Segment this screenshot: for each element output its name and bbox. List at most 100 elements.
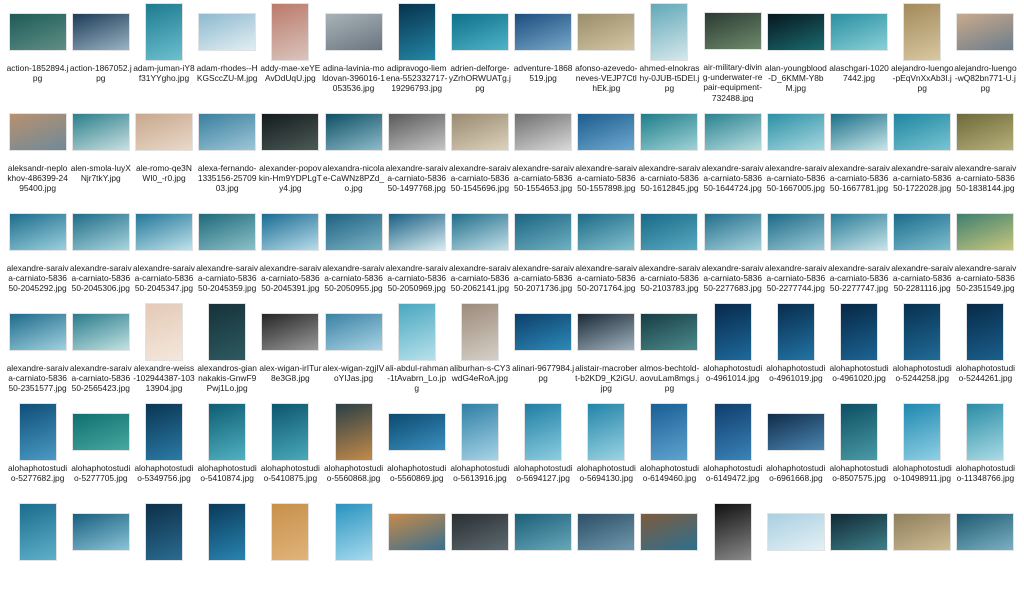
file-item[interactable]: adrien-delforge-yZrhORWUATg.jpg	[448, 2, 511, 102]
file-item[interactable]: alan-youngblood-D_6KMM-Y8bM.jpg	[764, 2, 827, 102]
file-item[interactable]: alohaphotostudio-5613916.jpg	[448, 402, 511, 502]
file-item[interactable]: alohaphotostudio-5410874.jpg	[196, 402, 259, 502]
file-item[interactable]: alexander-popovkin-Hm9YDPLgTy4.jpg	[259, 102, 322, 202]
file-item[interactable]: alohaphotostudio-4961020.jpg	[827, 302, 890, 402]
file-item[interactable]	[385, 502, 448, 602]
file-item[interactable]: alexandre-saraiva-carniato-583650-207176…	[575, 202, 638, 302]
file-item[interactable]: alohaphotostudio-5694130.jpg	[575, 402, 638, 502]
file-item[interactable]: alexandre-saraiva-carniato-583650-205096…	[385, 202, 448, 302]
file-item[interactable]: alohaphotostudio-5244258.jpg	[891, 302, 954, 402]
file-item[interactable]: alohaphotostudio-5244261.jpg	[954, 302, 1017, 402]
file-item[interactable]: alejandro-luengo-pEqVnXxAb3I.jpg	[891, 2, 954, 102]
file-item[interactable]: alejandro-luengo-wQ82bn771-U.jpg	[954, 2, 1017, 102]
file-item[interactable]: alohaphotostudio-10498911.jpg	[891, 402, 954, 502]
file-item[interactable]: alex-wigan-irITur8e3G8.jpg	[259, 302, 322, 402]
file-item[interactable]: alexandre-saraiva-carniato-583650-204530…	[69, 202, 132, 302]
file-item[interactable]: action-1867052.jpg	[69, 2, 132, 102]
file-item[interactable]: adina-lavinia-moldovan-396016-1053536.jp…	[322, 2, 385, 102]
file-item[interactable]: alexandre-saraiva-carniato-583650-164472…	[701, 102, 764, 202]
file-item[interactable]: alexandre-saraiva-carniato-583650-227768…	[701, 202, 764, 302]
file-item[interactable]: alexandre-saraiva-carniato-583650-204529…	[6, 202, 69, 302]
file-item[interactable]	[132, 502, 195, 602]
file-item[interactable]	[764, 502, 827, 602]
file-item[interactable]: alohaphotostudio-6149472.jpg	[701, 402, 764, 502]
file-item[interactable]: air-military-diving-underwater-repair-eq…	[701, 2, 764, 102]
file-item[interactable]: action-1852894.jpg	[6, 2, 69, 102]
file-item[interactable]: alexandre-saraiva-carniato-583650-166778…	[827, 102, 890, 202]
file-item[interactable]: alexandre-saraiva-carniato-583650-166700…	[764, 102, 827, 202]
file-item[interactable]: alohaphotostudio-5694127.jpg	[512, 402, 575, 502]
file-item[interactable]: alinari-9677984.jpg	[512, 302, 575, 402]
file-item[interactable]: alohaphotostudio-4961014.jpg	[701, 302, 764, 402]
file-item[interactable]	[196, 502, 259, 602]
file-item[interactable]: ahmed-elnokrashy-0JUB-t5DEl.jpg	[638, 2, 701, 102]
file-item[interactable]: adam-rhodes--HKGSccZU-M.jpg	[196, 2, 259, 102]
file-item[interactable]	[259, 502, 322, 602]
file-item[interactable]: alohaphotostudio-5560868.jpg	[322, 402, 385, 502]
file-item[interactable]: alexandros-giannakakis-GnwF9Pwj1Lo.jpg	[196, 302, 259, 402]
file-item[interactable]	[69, 502, 132, 602]
file-item[interactable]: adam-juman-iY8f31YYgho.jpg	[132, 2, 195, 102]
file-item[interactable]: adventure-1868519.jpg	[512, 2, 575, 102]
file-item[interactable]: alohaphotostudio-5349756.jpg	[132, 402, 195, 502]
file-item[interactable]: alexandre-saraiva-carniato-583650-204534…	[132, 202, 195, 302]
file-item[interactable]	[322, 502, 385, 602]
file-item[interactable]: ale-romo-qe3NWI0_-r0.jpg	[132, 102, 195, 202]
file-item[interactable]: alohaphotostudio-6149460.jpg	[638, 402, 701, 502]
file-item[interactable]: alohaphotostudio-6961668.jpg	[764, 402, 827, 502]
file-item[interactable]: alexandre-saraiva-carniato-583650-149776…	[385, 102, 448, 202]
file-item[interactable]: alexandre-saraiva-carniato-583650-204535…	[196, 202, 259, 302]
file-item[interactable]: alohaphotostudio-5277705.jpg	[69, 402, 132, 502]
file-item[interactable]: addy-mae-xeYEAvDdUqU.jpg	[259, 2, 322, 102]
file-item[interactable]	[827, 502, 890, 602]
file-item[interactable]: alexandre-saraiva-carniato-583650-172202…	[891, 102, 954, 202]
image-thumbnail	[714, 404, 751, 460]
file-item[interactable]: alexandre-saraiva-carniato-583650-228111…	[891, 202, 954, 302]
image-thumbnail	[325, 314, 382, 350]
file-item[interactable]: ali-abdul-rahman-1tAvabrn_Lo.jpg	[385, 302, 448, 402]
file-item[interactable]: alexandre-saraiva-carniato-583650-235154…	[954, 202, 1017, 302]
file-item[interactable]	[512, 502, 575, 602]
file-item[interactable]: alistair-macrobert-b2KD9_K2iGU.jpg	[575, 302, 638, 402]
file-item[interactable]: alexandre-saraiva-carniato-583650-183814…	[954, 102, 1017, 202]
file-item[interactable]: alexandre-saraiva-carniato-583650-206214…	[448, 202, 511, 302]
file-item[interactable]: alohaphotostudio-4961019.jpg	[764, 302, 827, 402]
thumbnail-frame	[766, 2, 826, 62]
file-item[interactable]: aleksandr-neplokhov-486399-2495400.jpg	[6, 102, 69, 202]
file-item[interactable]: adipravogo-liemena-552332717-19296793.jp…	[385, 2, 448, 102]
file-item[interactable]: alexandre-saraiva-carniato-583650-155789…	[575, 102, 638, 202]
file-item[interactable]: alexandre-weiss-102944387-10313904.jpg	[132, 302, 195, 402]
file-item[interactable]: alaschgari-10207442.jpg	[827, 2, 890, 102]
file-item[interactable]: alexandre-saraiva-carniato-583650-235157…	[6, 302, 69, 402]
file-item[interactable]: alexandre-saraiva-carniato-583650-256542…	[69, 302, 132, 402]
file-item[interactable]: alexandre-saraiva-carniato-583650-227774…	[827, 202, 890, 302]
file-item[interactable]	[448, 502, 511, 602]
file-item[interactable]: alexandre-saraiva-carniato-583650-161284…	[638, 102, 701, 202]
file-item[interactable]: alex-wigan-zgjIVoYIJas.jpg	[322, 302, 385, 402]
file-item[interactable]: alexandre-saraiva-carniato-583650-227774…	[764, 202, 827, 302]
file-item[interactable]	[954, 502, 1017, 602]
file-item[interactable]: alohaphotostudio-11348766.jpg	[954, 402, 1017, 502]
file-item[interactable]: alohaphotostudio-5410875.jpg	[259, 402, 322, 502]
file-item[interactable]: alohaphotostudio-8507575.jpg	[827, 402, 890, 502]
file-item[interactable]: almos-bechtold-aovuLam8mgs.jpg	[638, 302, 701, 402]
file-item[interactable]: alohaphotostudio-5560869.jpg	[385, 402, 448, 502]
file-item[interactable]: alen-smola-luyXNjr7tkY.jpg	[69, 102, 132, 202]
file-item[interactable]: alexandre-saraiva-carniato-583650-207173…	[512, 202, 575, 302]
file-item[interactable]: alexandre-saraiva-carniato-583650-204539…	[259, 202, 322, 302]
file-item[interactable]: alexandre-saraiva-carniato-583650-154569…	[448, 102, 511, 202]
file-item[interactable]: alexandra-nicolae-CaWNz8PZd_o.jpg	[322, 102, 385, 202]
file-item[interactable]: alohaphotostudio-5277682.jpg	[6, 402, 69, 502]
file-item[interactable]: afonso-azevedo-neves-VEJP7CtlhEk.jpg	[575, 2, 638, 102]
file-item[interactable]: alexandre-saraiva-carniato-583650-210378…	[638, 202, 701, 302]
file-item[interactable]: aliburhan-s-CY3wdG4eRoA.jpg	[448, 302, 511, 402]
file-item[interactable]: alexandre-saraiva-carniato-583650-205095…	[322, 202, 385, 302]
file-item[interactable]	[638, 502, 701, 602]
file-item[interactable]: alexa-fernando-1335156-2570903.jpg	[196, 102, 259, 202]
image-thumbnail	[145, 504, 182, 560]
file-item[interactable]	[6, 502, 69, 602]
file-item[interactable]	[575, 502, 638, 602]
file-item[interactable]	[701, 502, 764, 602]
file-item[interactable]: alexandre-saraiva-carniato-583650-155465…	[512, 102, 575, 202]
file-item[interactable]	[891, 502, 954, 602]
